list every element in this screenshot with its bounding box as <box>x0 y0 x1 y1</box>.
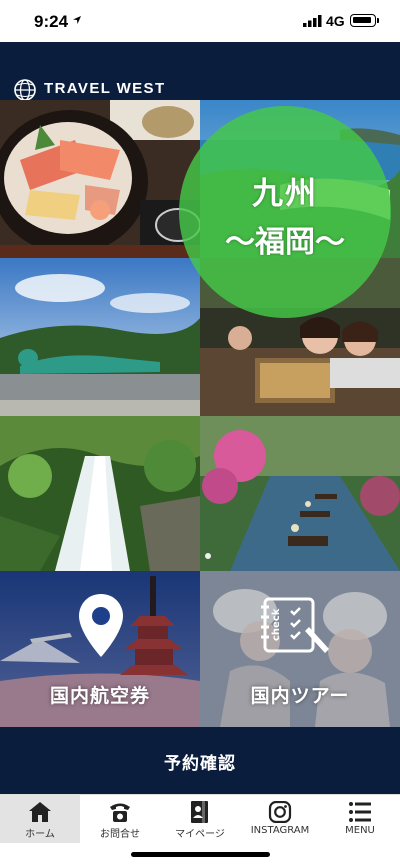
tab-menu[interactable]: MENU <box>320 795 400 843</box>
domestic-air-button[interactable]: 国内航空券 <box>0 571 200 727</box>
status-bar: 9:24 4G <box>0 0 400 42</box>
map-pin-icon <box>79 594 123 657</box>
menu-icon <box>349 802 371 822</box>
domestic-tour-label: 国内ツアー <box>250 685 350 707</box>
domestic-air-label: 国内航空券 <box>49 685 150 707</box>
instagram-icon <box>268 801 292 823</box>
home-indicator <box>131 852 270 857</box>
signal-icon <box>303 15 322 27</box>
tab-contact[interactable]: お問合せ <box>80 795 160 843</box>
location-arrow-icon <box>73 16 81 24</box>
tab-menu-label: MENU <box>345 825 375 836</box>
logo-text: TRAVEL WEST <box>44 80 166 97</box>
globe-logo-icon <box>14 79 36 101</box>
network-type: 4G <box>326 13 345 29</box>
region-subname: ～福岡～ <box>225 225 345 260</box>
tab-instagram-label: INSTAGRAM <box>250 825 310 836</box>
reservation-check-label: 予約確認 <box>164 754 236 774</box>
status-time: 9:24 <box>34 12 69 31</box>
tab-contact-label: お問合せ <box>100 829 140 840</box>
tab-home[interactable]: ホーム <box>0 795 80 843</box>
check-text: check <box>271 608 282 641</box>
checklist-icon: check <box>261 597 329 653</box>
phone-icon <box>110 803 130 822</box>
carousel-pager-dot[interactable] <box>205 553 211 559</box>
tab-mypage[interactable]: マイページ <box>160 795 240 843</box>
photo-waterfall <box>0 416 200 571</box>
region-name: 九州 <box>252 176 318 212</box>
photo-reclining-buddha <box>0 258 200 416</box>
tab-instagram[interactable]: INSTAGRAM <box>240 795 320 843</box>
tab-mypage-label: マイページ <box>175 829 225 840</box>
photo-sashimi-bowl <box>0 100 200 258</box>
battery-icon <box>350 14 376 27</box>
photo-canal-boats <box>200 416 400 571</box>
reservation-check-button[interactable]: 予約確認 <box>0 727 400 794</box>
home-icon <box>29 802 51 822</box>
mypage-icon <box>191 801 208 823</box>
tab-home-label: ホーム <box>25 829 55 840</box>
